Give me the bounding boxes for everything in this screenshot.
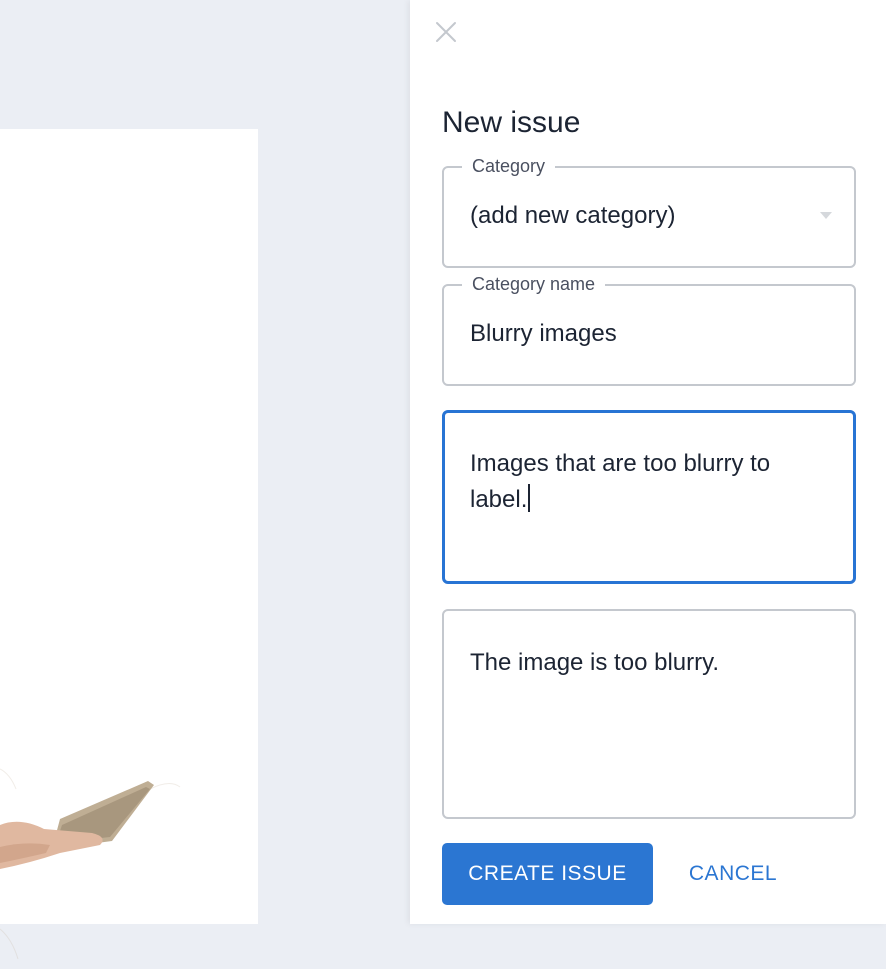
text-caret (528, 484, 531, 512)
annotation-canvas (0, 0, 410, 960)
category-name-label: Category name (462, 274, 606, 295)
category-value: (add new category) (470, 202, 676, 229)
category-label: Category (462, 156, 556, 177)
close-button[interactable] (434, 20, 458, 44)
description-value: Images that are too blurry to label. (470, 450, 771, 513)
message-textarea[interactable]: The image is too blurry. (442, 609, 856, 819)
create-issue-button[interactable]: CREATE ISSUE (442, 843, 653, 905)
category-name-value: Blurry images (470, 320, 617, 347)
panel-title: New issue (442, 106, 581, 139)
hand-holding-tablet-image (0, 768, 181, 960)
message-value: The image is too blurry. (470, 649, 719, 676)
category-name-field[interactable]: Category name Blurry images (442, 274, 856, 386)
chevron-down-icon (820, 212, 832, 219)
new-issue-panel: New issue Category (add new category) Ca… (410, 0, 886, 924)
description-textarea[interactable]: Images that are too blurry to label. (442, 410, 856, 584)
category-select[interactable]: Category (add new category) (442, 156, 856, 268)
cancel-button[interactable]: CANCEL (672, 843, 794, 905)
close-icon (436, 22, 456, 42)
image-preview (0, 129, 258, 960)
